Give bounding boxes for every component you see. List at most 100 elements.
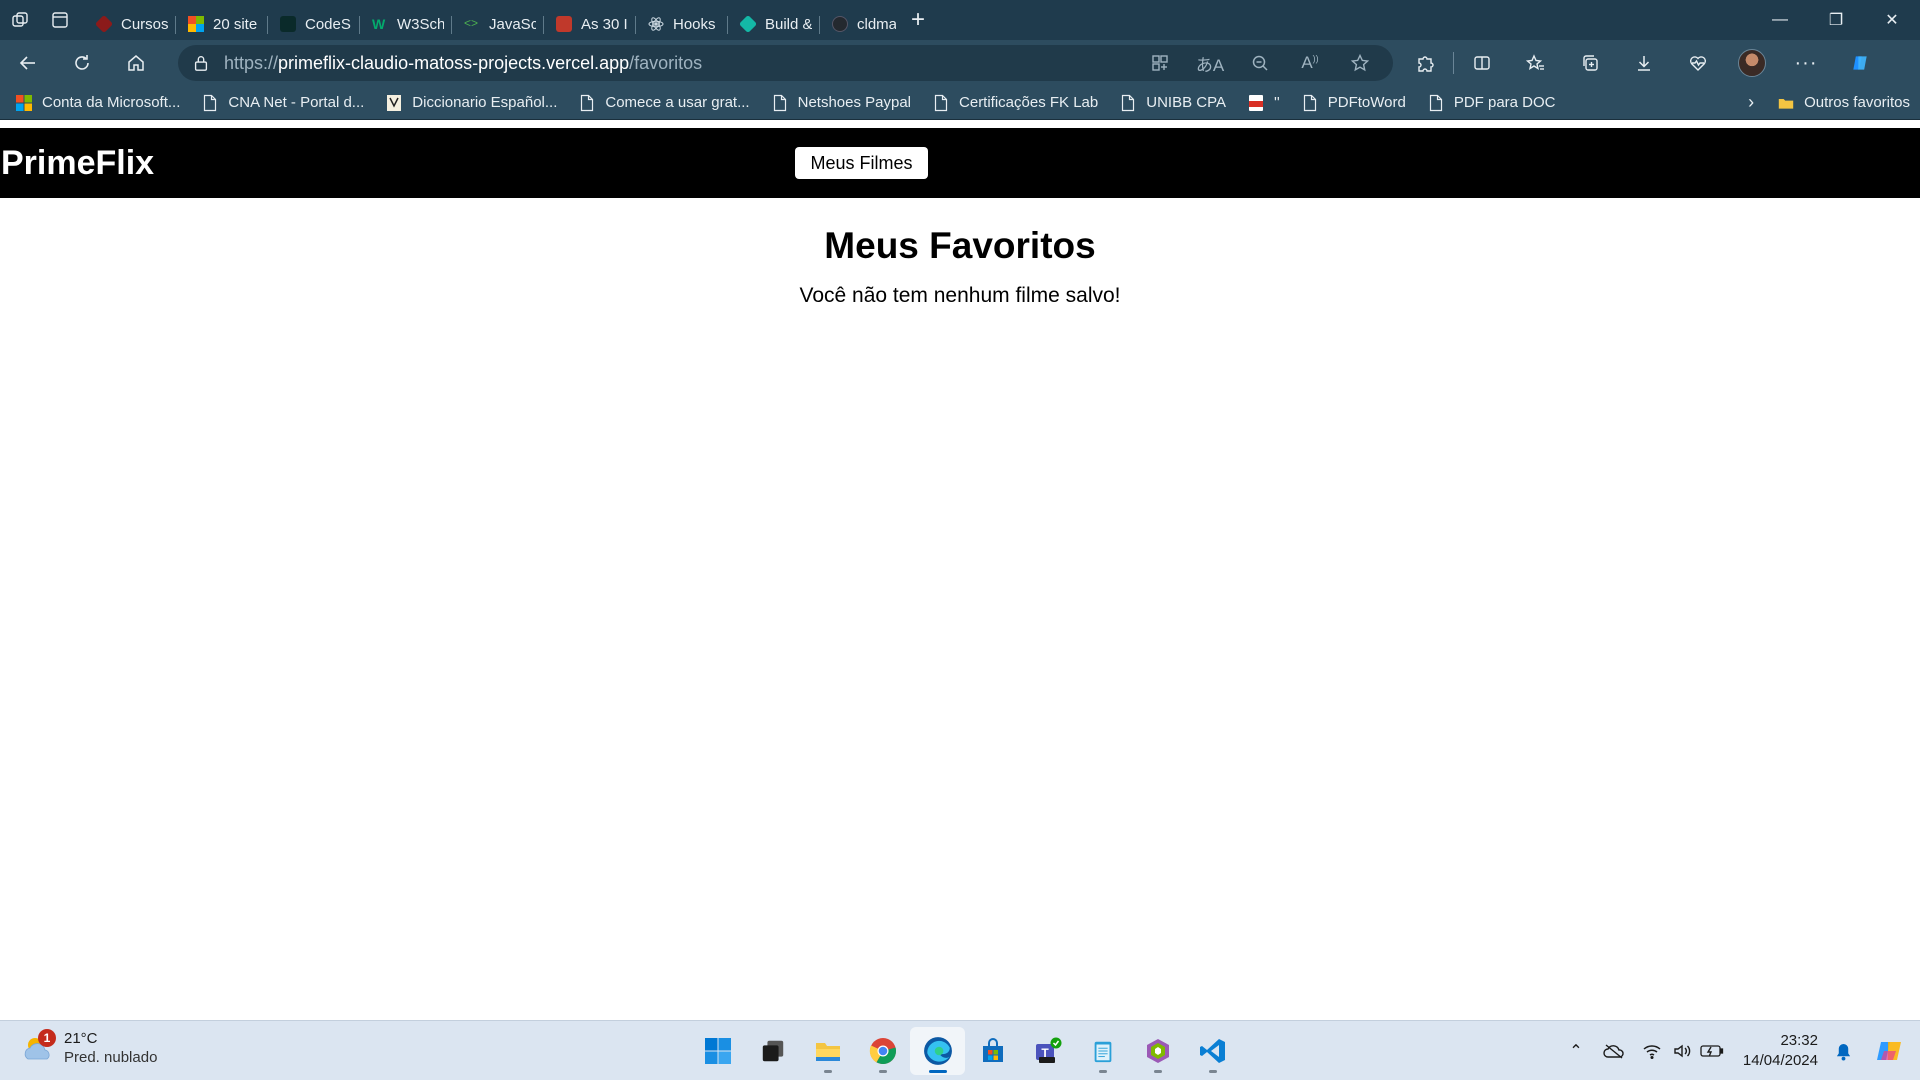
refresh-button[interactable] <box>62 45 102 81</box>
github-favicon-icon <box>832 16 848 32</box>
browser-toolbar: https://primeflix-claudio-matoss-project… <box>0 40 1920 86</box>
bookmark-label: PDFtoWord <box>1327 94 1406 111</box>
home-button[interactable] <box>116 45 156 81</box>
copilot-icon <box>1877 1042 1901 1060</box>
page-icon <box>1302 94 1318 112</box>
address-bar[interactable]: https://primeflix-claudio-matoss-project… <box>178 45 1393 81</box>
running-indicator <box>928 1070 947 1073</box>
meus-filmes-button[interactable]: Meus Filmes <box>795 147 928 179</box>
taskbar: 1 21°C Pred. nublado T ⌃ 23:32 14/04/202… <box>0 1020 1920 1080</box>
browser-tab[interactable]: 20 site <box>176 8 268 40</box>
other-favorites-folder[interactable]: Outros favoritos <box>1778 94 1910 112</box>
split-screen-button[interactable] <box>1462 45 1502 81</box>
translate-icon: あA <box>1195 55 1225 75</box>
clock-date: 14/04/2024 <box>1742 1052 1818 1069</box>
downloads-button[interactable] <box>1624 45 1664 81</box>
visual-studio-taskbar-button[interactable] <box>1130 1027 1185 1075</box>
pdf-icon <box>1248 94 1264 112</box>
bookmark-item[interactable]: '' <box>1248 94 1280 112</box>
browser-tab[interactable]: W W3Sch <box>360 8 452 40</box>
chrome-taskbar-button[interactable] <box>855 1027 910 1075</box>
app-available-button[interactable] <box>1135 45 1185 81</box>
notepad-taskbar-button[interactable] <box>1075 1027 1130 1075</box>
lock-icon <box>194 56 208 71</box>
bookmark-item[interactable]: Diccionario Español... <box>386 94 557 112</box>
bookmark-label: Netshoes Paypal <box>797 94 912 111</box>
zoom-button[interactable] <box>1235 45 1285 81</box>
windows-start-taskbar-button[interactable] <box>690 1027 745 1075</box>
bookmark-item[interactable]: Certificações FK Lab <box>933 94 1098 112</box>
vscode-icon <box>1199 1037 1227 1065</box>
show-hidden-icons-button[interactable]: ⌃ <box>1561 1041 1591 1061</box>
new-tab-button[interactable]: + <box>896 0 940 40</box>
browser-tab[interactable]: Hooks <box>636 8 728 40</box>
battery-icon[interactable] <box>1697 1044 1727 1058</box>
site-header: PrimeFlix Meus Filmes <box>0 128 1920 198</box>
profile-button[interactable] <box>1732 45 1772 81</box>
onedrive-icon[interactable] <box>1599 1043 1629 1059</box>
url-text[interactable]: https://primeflix-claudio-matoss-project… <box>224 53 1135 74</box>
copilot-button[interactable] <box>1840 45 1880 81</box>
bookmark-item[interactable]: Conta da Microsoft... <box>16 94 180 112</box>
puzzle-icon <box>1418 56 1434 72</box>
extensions-button[interactable] <box>1405 45 1445 81</box>
more-bookmarks-button[interactable]: › <box>1748 92 1754 113</box>
diamond-favicon-icon <box>94 14 114 34</box>
bookmark-item[interactable]: CNA Net - Portal d... <box>202 94 364 112</box>
task-view-taskbar-button[interactable] <box>745 1027 800 1075</box>
collections-button[interactable] <box>1570 45 1610 81</box>
w-favicon-icon: W <box>372 16 386 32</box>
site-logo[interactable]: PrimeFlix <box>0 144 154 183</box>
restore-button[interactable]: ❐ <box>1808 0 1864 40</box>
browser-tab[interactable]: CodeS <box>268 8 360 40</box>
ms-logo-favicon-icon <box>188 16 204 32</box>
browser-essentials-button[interactable] <box>1678 45 1718 81</box>
square-favicon-icon <box>556 16 572 32</box>
file-explorer-icon <box>814 1037 842 1065</box>
page-icon <box>772 94 788 112</box>
favorites-button[interactable] <box>1516 45 1556 81</box>
chevron-right-icon: › <box>1748 92 1755 112</box>
zoom-out-icon <box>1252 55 1268 71</box>
close-window-button[interactable]: ✕ <box>1864 0 1920 40</box>
window-controls: ― ❐ ✕ <box>1752 0 1920 40</box>
volume-icon[interactable] <box>1667 1043 1697 1059</box>
bookmark-item[interactable]: Comece a usar grat... <box>579 94 750 112</box>
browser-tab[interactable]: <> JavaSc <box>452 8 544 40</box>
workspaces-icon <box>12 12 28 27</box>
back-button[interactable] <box>8 45 48 81</box>
bookmark-item[interactable]: PDFtoWord <box>1302 94 1406 112</box>
browser-window: Cursos 20 site CodeS W W3Sch <> JavaSc As 30 I H… <box>0 0 1920 1020</box>
browser-tab[interactable]: Build & <box>728 8 820 40</box>
settings-more-button[interactable]: ··· <box>1786 45 1826 81</box>
bookmark-item[interactable]: Netshoes Paypal <box>772 94 911 112</box>
microsoft-store-taskbar-button[interactable] <box>965 1027 1020 1075</box>
tab-actions-button[interactable] <box>40 0 80 40</box>
ms-logo-icon <box>16 94 32 112</box>
teams-taskbar-button[interactable]: T <box>1020 1027 1075 1075</box>
workspaces-button[interactable] <box>0 0 40 40</box>
more-icon: ··· <box>1794 51 1818 74</box>
translate-button[interactable]: あA <box>1185 45 1235 81</box>
vscode-taskbar-button[interactable] <box>1185 1027 1240 1075</box>
bookmark-item[interactable]: PDF para DOC <box>1428 94 1556 112</box>
read-aloud-button[interactable]: A)) <box>1285 45 1335 81</box>
browser-tab[interactable]: cldmat <box>820 8 896 40</box>
file-explorer-taskbar-button[interactable] <box>800 1027 855 1075</box>
browser-tab[interactable]: As 30 I <box>544 8 636 40</box>
bookmark-item[interactable]: UNIBB CPA <box>1120 94 1226 112</box>
weather-widget[interactable]: 1 21°C Pred. nublado <box>22 1029 157 1067</box>
add-favorite-button[interactable] <box>1335 45 1385 81</box>
wifi-icon[interactable] <box>1637 1043 1667 1059</box>
other-favorites-label: Outros favoritos <box>1804 94 1910 111</box>
copilot-taskbar-button[interactable] <box>1872 1037 1906 1065</box>
download-icon <box>1638 56 1650 71</box>
bookmark-label: Comece a usar grat... <box>605 94 750 111</box>
edge-taskbar-button[interactable] <box>910 1027 965 1075</box>
notifications-button[interactable] <box>1828 1042 1858 1061</box>
browser-tab[interactable]: Cursos <box>84 8 176 40</box>
windows-start-icon <box>704 1037 732 1065</box>
minimize-button[interactable]: ― <box>1752 0 1808 40</box>
plus-icon: + <box>910 6 925 33</box>
clock[interactable]: 23:32 14/04/2024 <box>1743 1031 1818 1071</box>
